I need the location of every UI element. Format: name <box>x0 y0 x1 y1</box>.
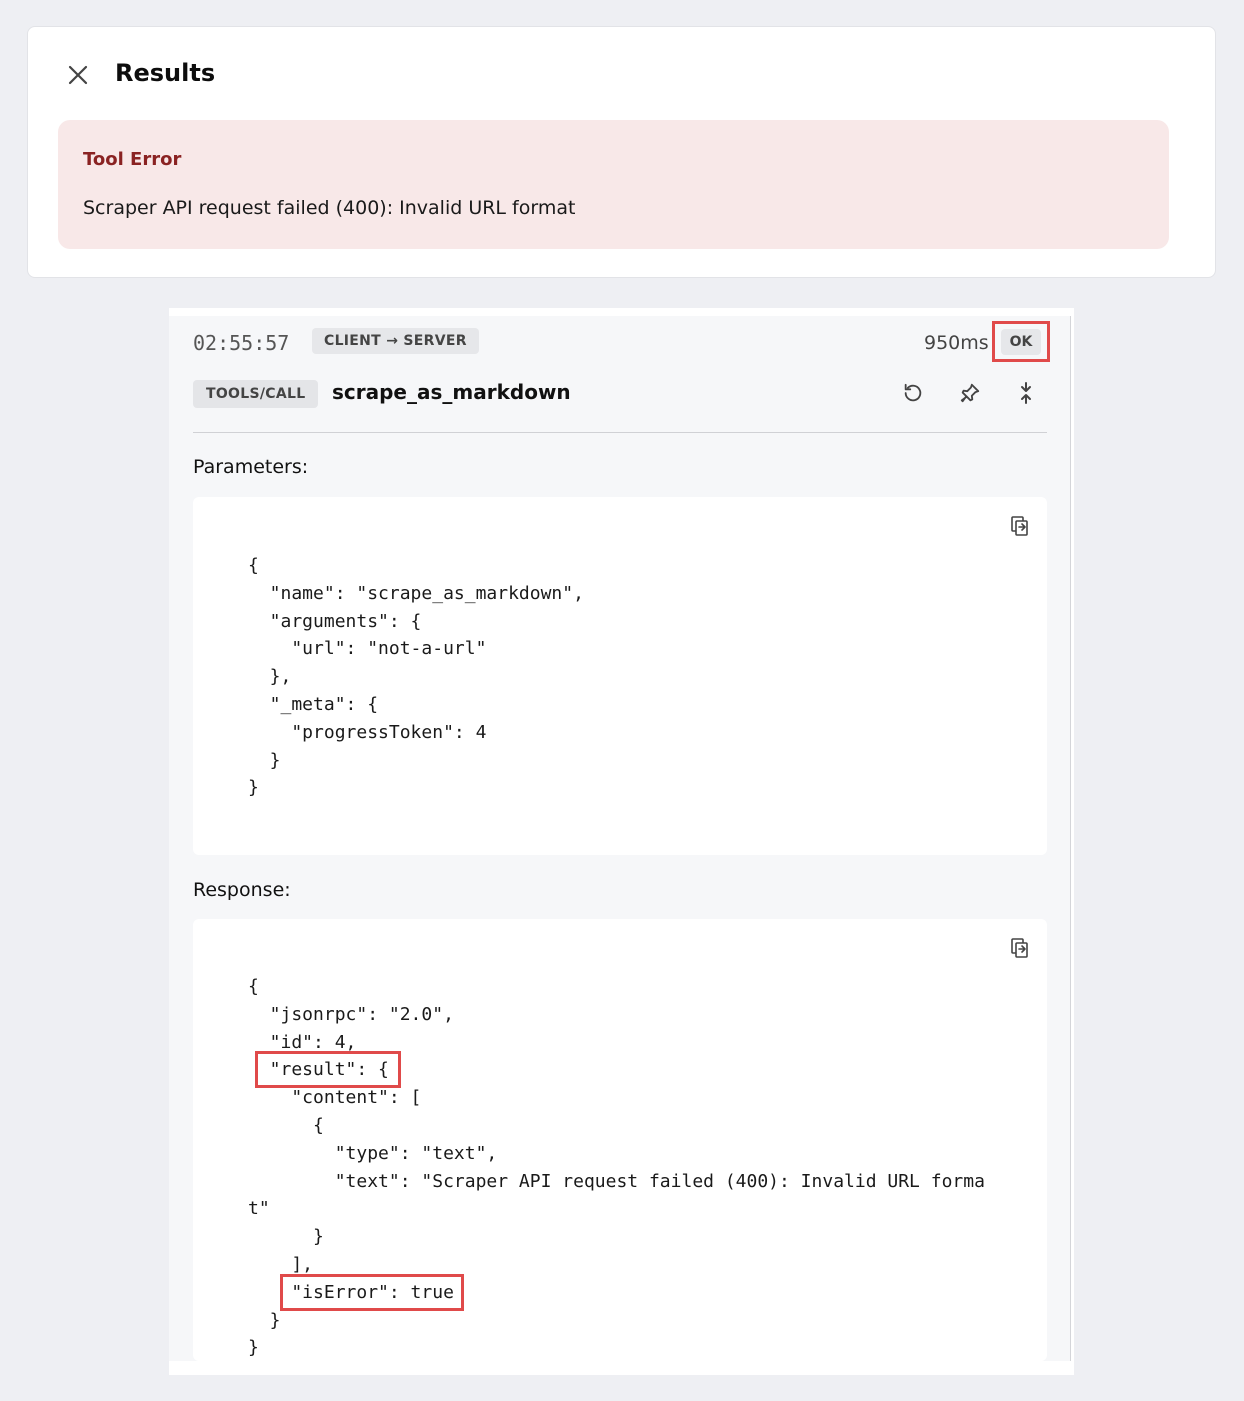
response-code-box: { "jsonrpc": "2.0", "id": 4, "result": {… <box>193 919 1047 1361</box>
response-label: Response: <box>193 879 291 901</box>
results-card: Results Tool Error Scraper API request f… <box>27 26 1216 278</box>
copy-icon[interactable] <box>1008 514 1032 538</box>
message-panel: 02:55:57 CLIENT → SERVER 950ms OK TOOLS/… <box>169 308 1074 1375</box>
divider <box>193 432 1047 433</box>
copy-icon[interactable] <box>1008 936 1032 960</box>
parameters-code-box: { "name": "scrape_as_markdown", "argumen… <box>193 497 1047 855</box>
message-entry: 02:55:57 CLIENT → SERVER 950ms OK TOOLS/… <box>169 316 1071 1361</box>
method-badge: TOOLS/CALL <box>193 380 319 408</box>
tool-name: scrape_as_markdown <box>332 380 571 404</box>
status-badge: OK <box>1001 329 1041 355</box>
replay-icon[interactable] <box>898 378 928 408</box>
error-alert: Tool Error Scraper API request failed (4… <box>58 120 1169 249</box>
parameters-label: Parameters: <box>193 456 309 478</box>
error-message: Scraper API request failed (400): Invali… <box>83 197 576 219</box>
pin-icon[interactable] <box>955 378 985 408</box>
status-highlight: OK <box>992 321 1050 362</box>
error-title: Tool Error <box>83 149 182 170</box>
duration: 950ms <box>924 332 989 354</box>
close-icon[interactable] <box>64 61 92 89</box>
timestamp: 02:55:57 <box>193 331 290 355</box>
results-title: Results <box>115 59 216 87</box>
parameters-code: { "name": "scrape_as_markdown", "argumen… <box>248 555 584 799</box>
iserror-highlight <box>280 1274 464 1311</box>
collapse-icon[interactable] <box>1011 378 1041 408</box>
direction-badge: CLIENT → SERVER <box>312 328 479 354</box>
result-highlight <box>255 1051 401 1088</box>
